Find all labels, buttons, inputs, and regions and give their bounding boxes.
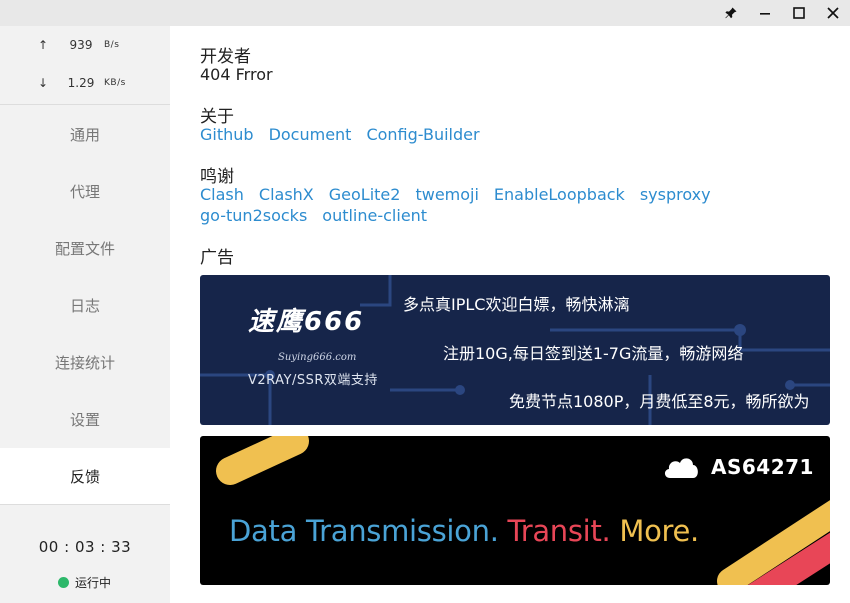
sidebar-item-profiles[interactable]: 配置文件 <box>0 220 170 277</box>
ad1-line1: 多点真IPLC欢迎白嫖，畅快淋漓 <box>403 295 630 314</box>
ad1-site: Suying666.com <box>278 352 357 363</box>
upload-value: 939 <box>69 38 93 52</box>
status-indicator[interactable]: 运行中 <box>58 574 111 591</box>
ads-title: 广告 <box>200 248 234 268</box>
status-label: 运行中 <box>75 576 112 590</box>
ad2-asn: AS64271 <box>711 455 814 479</box>
config-builder-link[interactable]: Config-Builder <box>366 125 479 144</box>
cloud-icon <box>664 458 698 478</box>
sidebar-divider <box>0 504 170 505</box>
upload-arrow-icon: ↑ <box>38 38 49 52</box>
minimize-icon[interactable] <box>748 0 782 26</box>
sidebar-item-proxies[interactable]: 代理 <box>0 163 170 220</box>
ad1-subtitle: V2RAY/SSR双端支持 <box>248 373 378 388</box>
geolite2-link[interactable]: GeoLite2 <box>329 185 401 204</box>
pin-icon[interactable] <box>714 0 748 26</box>
about-title: 关于 <box>200 107 234 127</box>
ad1-line2: 注册10G,每日签到送1-7G流量，畅游网络 <box>443 344 744 363</box>
download-speed: ↓ 1.29 KB/s <box>0 64 170 102</box>
ad2-tag-part1: Data Transmission. <box>229 514 499 548</box>
sidebar-divider <box>0 104 170 105</box>
ad2-tagline: Data Transmission. Transit. More. <box>229 514 699 548</box>
clashx-link[interactable]: ClashX <box>259 185 314 204</box>
developer-title: 开发者 <box>200 47 251 67</box>
github-link[interactable]: Github <box>200 125 254 144</box>
sysproxy-link[interactable]: sysproxy <box>640 185 711 204</box>
sidebar-item-logs[interactable]: 日志 <box>0 277 170 334</box>
ad-banner-as64271[interactable]: AS64271 Data Transmission. Transit. More… <box>200 436 830 585</box>
ad-banner-suying[interactable]: 速鹰666 Suying666.com V2RAY/SSR双端支持 多点真IPL… <box>200 275 830 425</box>
document-link[interactable]: Document <box>269 125 352 144</box>
download-unit: KB/s <box>104 78 126 88</box>
thanks-links-row1: Clash ClashX GeoLite2 twemoji EnableLoopback… <box>200 185 726 204</box>
download-arrow-icon: ↓ <box>38 76 49 90</box>
about-links: Github Document Config-Builder <box>200 125 495 144</box>
title-bar <box>0 0 850 26</box>
thanks-links-row2: go-tun2socks outline-client <box>200 206 442 225</box>
download-value: 1.29 <box>67 76 95 90</box>
twemoji-link[interactable]: twemoji <box>415 185 478 204</box>
uptime-timer: 00 : 03 : 33 <box>38 538 132 556</box>
sidebar-item-connections[interactable]: 连接统计 <box>0 334 170 391</box>
sidebar-item-feedback[interactable]: 反馈 <box>0 448 170 505</box>
ad1-line3: 免费节点1080P，月费低至8元，畅所欲为 <box>509 392 810 411</box>
developer-name: 404 Frror <box>200 65 273 84</box>
clash-link[interactable]: Clash <box>200 185 244 204</box>
sidebar-item-settings[interactable]: 设置 <box>0 391 170 448</box>
sidebar: ↑ 939 B/s ↓ 1.29 KB/s 通用 代理 配置文件 日志 连接统计… <box>0 26 170 603</box>
sidebar-item-general[interactable]: 通用 <box>0 106 170 163</box>
go-tun2socks-link[interactable]: go-tun2socks <box>200 206 307 225</box>
upload-speed: ↑ 939 B/s <box>0 26 170 64</box>
ad1-brand-logo: 速鹰666 <box>248 307 365 337</box>
outline-client-link[interactable]: outline-client <box>322 206 427 225</box>
ad2-tag-part2: Transit. <box>507 514 611 548</box>
status-dot-icon <box>58 577 69 588</box>
ad2-tag-part3: More. <box>619 514 699 548</box>
maximize-icon[interactable] <box>782 0 816 26</box>
enableloopback-link[interactable]: EnableLoopback <box>494 185 625 204</box>
thanks-title: 鸣谢 <box>200 167 234 187</box>
upload-unit: B/s <box>104 40 120 50</box>
close-icon[interactable] <box>816 0 850 26</box>
